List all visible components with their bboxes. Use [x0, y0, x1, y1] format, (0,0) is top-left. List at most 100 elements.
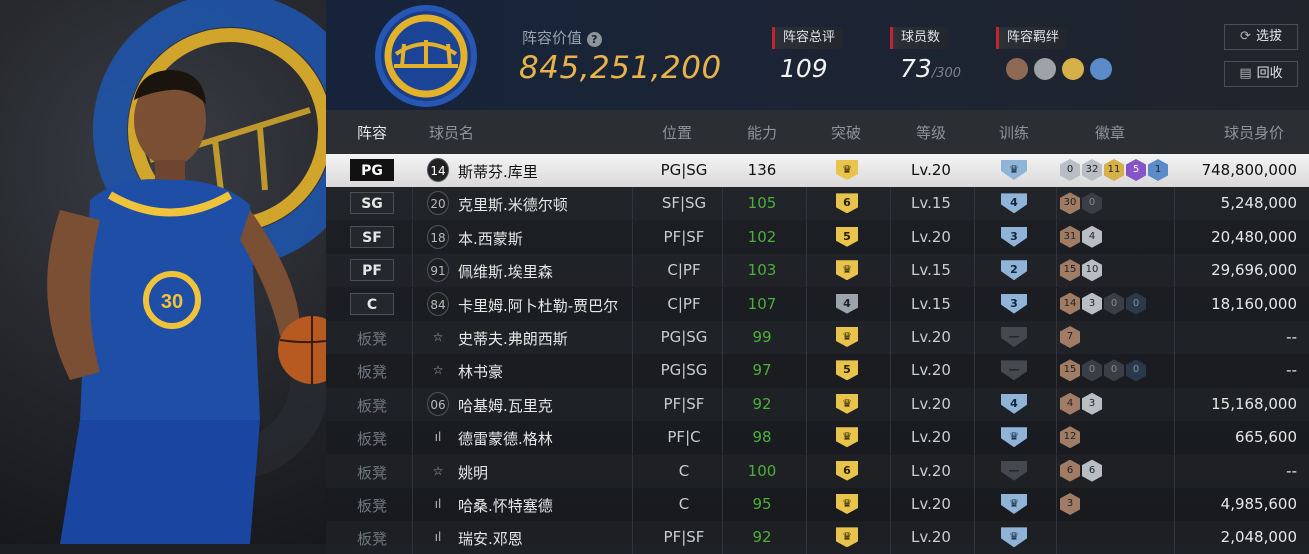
breakthrough-icon[interactable]: 5 [836, 360, 858, 381]
player-name[interactable]: 本.西蒙斯 [458, 228, 523, 249]
badge-group[interactable]: 0 32 11 5 1 [1060, 159, 1168, 181]
training-icon[interactable]: — [1001, 460, 1027, 481]
refresh-icon: ⟳ [1240, 29, 1251, 44]
table-row[interactable]: C 84 卡里姆.阿卜杜勒-贾巴尔 C|PF 107 4 Lv.15 3 14 3 0 0 18,160… [326, 287, 1309, 321]
select-button[interactable]: ⟳ 选拔 [1224, 24, 1298, 50]
breakthrough-icon[interactable]: ♛ [836, 427, 858, 448]
player-name[interactable]: 斯蒂芬.库里 [458, 161, 538, 182]
player-position: C|PF [667, 294, 701, 313]
bench-label: 板凳 [357, 330, 388, 348]
table-row[interactable]: 板凳 06 哈基姆.瓦里克 PF|SF 92 ♛ Lv.20 4 4 3 15,168,000 [326, 387, 1309, 421]
training-icon[interactable]: ♛ [1001, 494, 1027, 514]
breakthrough-icon[interactable]: 6 [836, 193, 858, 214]
lineup-slot[interactable]: C [350, 292, 394, 315]
player-name[interactable]: 克里斯.米德尔顿 [458, 194, 568, 215]
lineup-value: 845,251,200 [519, 50, 722, 86]
training-icon[interactable]: ♛ [1001, 160, 1027, 180]
breakthrough-icon[interactable]: 6 [836, 460, 858, 481]
player-figure: 30 [47, 70, 326, 544]
breakthrough-icon[interactable]: 4 [836, 293, 858, 314]
training-icon[interactable]: 4 [1001, 393, 1027, 414]
badge-group[interactable]: 30 0 [1060, 192, 1102, 215]
badge-group[interactable]: 15 10 [1060, 259, 1102, 282]
table-row[interactable]: 板凳 ☆ 姚明 C 100 6 Lv.20—6 6 -- [326, 454, 1309, 488]
lineup-slot[interactable]: PG [350, 159, 394, 181]
chem-icon-3[interactable] [1062, 58, 1084, 80]
table-row[interactable]: PF 91 佩维斯.埃里森 C|PF 103 ♛ Lv.15 2 15 10 29,696,000 [326, 254, 1309, 288]
col-training[interactable]: 训练 [999, 122, 1029, 143]
breakthrough-icon[interactable]: ♛ [836, 527, 858, 548]
training-icon[interactable]: 4 [1001, 193, 1027, 214]
player-name[interactable]: 哈基姆.瓦里克 [458, 395, 553, 416]
chemistry-icons[interactable] [1006, 58, 1112, 80]
lineup-slot[interactable]: SF [350, 225, 394, 248]
player-name[interactable]: 佩维斯.埃里森 [458, 261, 553, 282]
badge-icon: 14 [1060, 292, 1080, 315]
chem-icon-1[interactable] [1006, 58, 1028, 80]
col-breakthrough[interactable]: 突破 [831, 122, 861, 143]
player-name[interactable]: 德雷蒙德.格林 [458, 428, 553, 449]
badge-group[interactable]: 12 [1060, 426, 1080, 449]
training-icon[interactable]: — [1001, 360, 1027, 381]
badge-group[interactable]: 31 4 [1060, 225, 1102, 248]
table-row[interactable]: 板凳 ☆ 林书豪 PG|SG 97 5 Lv.20—15 0 0 0 -- [326, 354, 1309, 388]
player-ability: 136 [747, 161, 777, 179]
breakthrough-icon[interactable]: ♛ [836, 260, 858, 281]
player-price: 748,800,000 [1201, 161, 1297, 179]
lineup-slot[interactable]: PF [350, 259, 394, 282]
lineup-slot[interactable]: SG [350, 192, 394, 215]
player-level: Lv.15 [911, 294, 951, 313]
player-name[interactable]: 姚明 [458, 462, 488, 483]
training-icon[interactable]: 3 [1001, 293, 1027, 314]
table-row[interactable]: SG 20 克里斯.米德尔顿 SF|SG 105 6 Lv.15 4 30 0 5,248,000 [326, 187, 1309, 221]
badge-group[interactable]: 14 3 0 0 [1060, 292, 1146, 315]
column-divider [1056, 287, 1057, 321]
player-name[interactable]: 卡里姆.阿卜杜勒-贾巴尔 [458, 295, 618, 316]
badge-group[interactable]: 66 [1060, 459, 1102, 482]
chem-icon-2[interactable] [1034, 58, 1056, 80]
training-icon[interactable]: — [1001, 327, 1027, 347]
player-name[interactable]: 林书豪 [458, 361, 503, 382]
col-ability[interactable]: 能力 [747, 122, 777, 143]
help-icon[interactable]: ? [586, 32, 602, 47]
table-row[interactable]: 板凳 ıl 德雷蒙德.格林 PF|C 98 ♛ Lv.20 ♛ 12 665,600 [326, 421, 1309, 455]
badge-icon: 30 [1060, 192, 1080, 215]
chem-icon-4[interactable] [1090, 58, 1112, 80]
bench-label: 板凳 [357, 530, 388, 549]
column-divider [412, 421, 413, 455]
badge-group[interactable]: 7 [1060, 326, 1080, 348]
table-row[interactable]: 板凳 ıl 瑞安.邓恩 PF|SF 92 ♛ Lv.20 ♛ 2,048,000 [326, 521, 1309, 554]
table-row[interactable]: SF 18 本.西蒙斯 PF|SF 102 5 Lv.20 3 31 4 20,480,000 [326, 220, 1309, 254]
col-level[interactable]: 等级 [916, 122, 946, 143]
table-row[interactable]: 板凳 ıl 哈桑.怀特塞德 C 95 ♛ Lv.20 ♛ 3 4,985,600 [326, 488, 1309, 521]
breakthrough-icon[interactable]: 5 [836, 226, 858, 247]
column-divider [1056, 220, 1057, 254]
breakthrough-icon[interactable]: ♛ [836, 393, 858, 414]
table-row[interactable]: 板凳 ☆ 史蒂夫.弗朗西斯 PG|SG 99 ♛ Lv.20 — 7 -- [326, 321, 1309, 354]
col-position[interactable]: 位置 [662, 122, 692, 143]
col-badges[interactable]: 徽章 [1095, 122, 1125, 143]
col-player-name[interactable]: 球员名 [429, 122, 474, 143]
breakthrough-icon[interactable]: ♛ [836, 494, 858, 514]
badge-group[interactable]: 3 [1060, 493, 1080, 515]
training-icon[interactable]: ♛ [1001, 527, 1027, 548]
table-row[interactable]: PG 14 斯蒂芬.库里 PG|SG 136 ♛ Lv.20 ♛ 0 32 11 5 1 748,800,… [326, 154, 1309, 187]
badge-group[interactable]: 15 0 0 0 [1060, 359, 1146, 382]
column-divider [1174, 454, 1175, 488]
column-divider [974, 354, 975, 388]
col-lineup[interactable]: 阵容 [357, 122, 387, 143]
player-position: PF|SF [663, 394, 705, 413]
player-ability: 97 [752, 361, 772, 380]
player-name[interactable]: 瑞安.邓恩 [458, 528, 523, 549]
training-icon[interactable]: 2 [1001, 260, 1027, 281]
breakthrough-icon[interactable]: ♛ [836, 327, 858, 347]
training-icon[interactable]: ♛ [1001, 427, 1027, 448]
breakthrough-icon[interactable]: ♛ [836, 160, 858, 180]
player-name[interactable]: 史蒂夫.弗朗西斯 [458, 328, 568, 349]
training-icon[interactable]: 3 [1001, 226, 1027, 247]
column-divider [412, 521, 413, 554]
recycle-button[interactable]: ▤ 回收 [1224, 61, 1298, 87]
badge-group[interactable]: 43 [1060, 392, 1102, 415]
col-price[interactable]: 球员身价 [1224, 122, 1284, 143]
player-name[interactable]: 哈桑.怀特塞德 [458, 495, 553, 516]
